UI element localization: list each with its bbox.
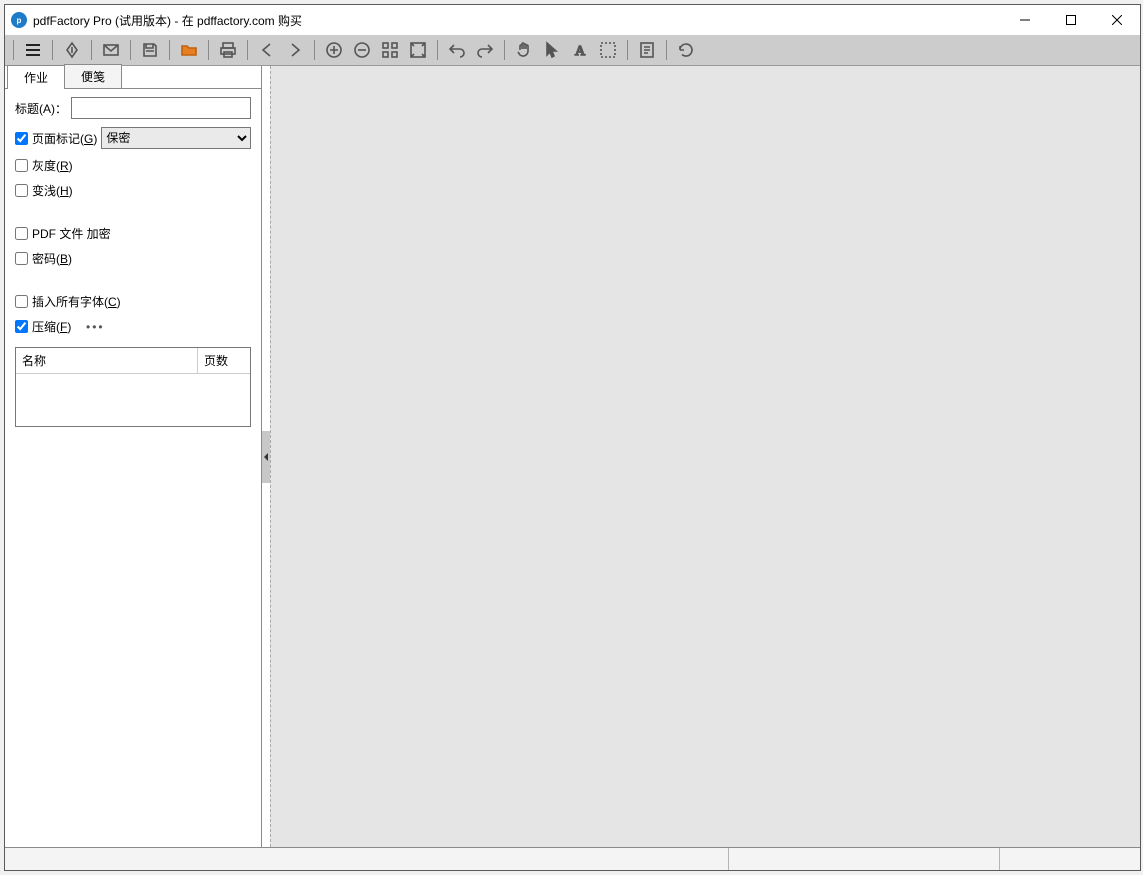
encrypt-label: PDF 文件 加密 xyxy=(32,225,111,242)
hand-tool-icon[interactable] xyxy=(511,37,537,63)
status-cell-3 xyxy=(1000,848,1140,870)
save-icon[interactable] xyxy=(137,37,163,63)
side-panel: 作业 便笺 标题(A)： 页面标记(G) 保密 xyxy=(5,66,262,847)
encrypt-row: PDF 文件 加密 xyxy=(15,225,251,242)
embedfonts-checkbox[interactable] xyxy=(15,295,28,308)
watermark-select[interactable]: 保密 xyxy=(101,127,251,149)
pagemark-label: 页面标记(G) xyxy=(32,130,97,147)
status-cell-2 xyxy=(729,848,1000,870)
splitter[interactable] xyxy=(262,66,270,847)
main-body: 作业 便笺 标题(A)： 页面标记(G) 保密 xyxy=(5,65,1140,847)
job-list-header: 名称 页数 xyxy=(16,348,250,374)
splitter-grip[interactable] xyxy=(262,431,270,483)
job-form: 标题(A)： 页面标记(G) 保密 灰度(R) xyxy=(5,89,261,435)
lighten-checkbox[interactable] xyxy=(15,184,28,197)
open-folder-icon[interactable] xyxy=(176,37,202,63)
menu-button[interactable] xyxy=(20,37,46,63)
grayscale-label: 灰度(R) xyxy=(32,157,73,174)
job-list[interactable]: 名称 页数 xyxy=(15,347,251,427)
status-bar xyxy=(5,847,1140,870)
pdf-icon[interactable] xyxy=(59,37,85,63)
zoom-out-icon[interactable] xyxy=(349,37,375,63)
compress-options-ellipsis[interactable]: ••• xyxy=(86,320,105,334)
select-area-icon[interactable] xyxy=(595,37,621,63)
close-button[interactable] xyxy=(1094,5,1140,35)
lighten-label: 变浅(H) xyxy=(32,182,73,199)
undo-icon[interactable] xyxy=(444,37,470,63)
col-pages[interactable]: 页数 xyxy=(198,348,250,373)
text-tool-icon[interactable]: A xyxy=(567,37,593,63)
thumbnails-icon[interactable] xyxy=(377,37,403,63)
embedfonts-row: 插入所有字体(C) xyxy=(15,293,251,310)
title-row: 标题(A)： xyxy=(15,97,251,119)
embedfonts-label: 插入所有字体(C) xyxy=(32,293,121,310)
title-input[interactable] xyxy=(71,97,251,119)
minimize-button[interactable] xyxy=(1002,5,1048,35)
password-row: 密码(B) xyxy=(15,250,251,267)
maximize-button[interactable] xyxy=(1048,5,1094,35)
fit-page-icon[interactable] xyxy=(405,37,431,63)
app-window: p pdfFactory Pro (试用版本) - 在 pdffactory.c… xyxy=(4,4,1141,871)
toolbar: A xyxy=(5,35,1140,65)
lighten-row: 变浅(H) xyxy=(15,182,251,199)
col-name[interactable]: 名称 xyxy=(16,348,198,373)
print-icon[interactable] xyxy=(215,37,241,63)
grayscale-checkbox[interactable] xyxy=(15,159,28,172)
compress-label: 压缩(F) xyxy=(32,318,71,335)
grayscale-row: 灰度(R) xyxy=(15,157,251,174)
mail-icon[interactable] xyxy=(98,37,124,63)
compress-row: 压缩(F) ••• xyxy=(15,318,251,335)
title-label: 标题(A)： xyxy=(15,100,67,117)
encrypt-checkbox[interactable] xyxy=(15,227,28,240)
password-checkbox[interactable] xyxy=(15,252,28,265)
tab-job[interactable]: 作业 xyxy=(7,65,65,89)
forward-arrow-icon[interactable] xyxy=(282,37,308,63)
password-label: 密码(B) xyxy=(32,250,72,267)
svg-text:A: A xyxy=(575,44,586,59)
title-bar: p pdfFactory Pro (试用版本) - 在 pdffactory.c… xyxy=(5,5,1140,35)
app-icon: p xyxy=(11,12,27,28)
compress-checkbox[interactable] xyxy=(15,320,28,333)
pointer-tool-icon[interactable] xyxy=(539,37,565,63)
pagemark-row: 页面标记(G) 保密 xyxy=(15,127,251,149)
redo-icon[interactable] xyxy=(472,37,498,63)
back-arrow-icon[interactable] xyxy=(254,37,280,63)
side-tabs: 作业 便笺 xyxy=(5,66,261,89)
status-cell-1 xyxy=(5,848,729,870)
preview-area[interactable] xyxy=(270,66,1140,847)
rotate-icon[interactable] xyxy=(673,37,699,63)
pagemark-checkbox[interactable] xyxy=(15,132,28,145)
window-title: pdfFactory Pro (试用版本) - 在 pdffactory.com… xyxy=(33,12,302,29)
note-icon[interactable] xyxy=(634,37,660,63)
tab-notes[interactable]: 便笺 xyxy=(64,64,122,88)
zoom-in-icon[interactable] xyxy=(321,37,347,63)
